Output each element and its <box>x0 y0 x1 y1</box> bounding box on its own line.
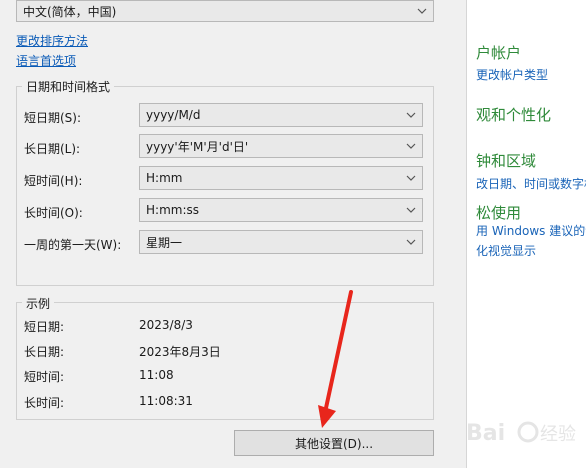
example-long-time-label: 长时间: <box>24 396 65 410</box>
change-account-type-link[interactable]: 更改帐户类型 <box>476 66 548 83</box>
short-date-dropdown[interactable]: yyyy/M/d <box>139 103 423 127</box>
language-preferences-link[interactable]: 语言首选项 <box>16 52 76 69</box>
example-long-time-value: 11:08:31 <box>139 394 193 408</box>
ease-of-access-heading[interactable]: 松使用 <box>476 202 521 223</box>
example-group-title: 示例 <box>22 295 55 312</box>
chevron-down-icon <box>400 112 422 118</box>
short-time-value: H:mm <box>146 171 183 185</box>
svg-text:Bai: Bai <box>466 421 505 446</box>
long-time-label: 长时间(O): <box>24 206 83 220</box>
change-date-time-link[interactable]: 改日期、时间或数字格 <box>476 175 586 192</box>
example-long-date-label: 长日期: <box>24 345 65 359</box>
long-date-label: 长日期(L): <box>24 142 81 156</box>
appearance-personalization-heading[interactable]: 观和个性化 <box>476 104 551 125</box>
long-time-dropdown[interactable]: H:mm:ss <box>139 198 423 222</box>
region-settings-dialog: 中文(简体，中国) 更改排序方法 语言首选项 日期和时间格式 短日期(S): y… <box>0 0 467 468</box>
baidu-watermark-logo: Bai 经验 <box>466 421 576 446</box>
short-date-label: 短日期(S): <box>24 111 82 125</box>
first-day-of-week-value: 星期一 <box>146 235 183 250</box>
short-time-dropdown[interactable]: H:mm <box>139 166 423 190</box>
svg-text:经验: 经验 <box>540 424 576 445</box>
windows-recommended-settings-link[interactable]: 用 Windows 建议的设 <box>476 222 586 239</box>
chevron-down-icon <box>411 8 433 14</box>
first-day-of-week-label: 一周的第一天(W): <box>24 238 122 252</box>
user-accounts-heading[interactable]: 户帐户 <box>476 42 521 63</box>
chevron-down-icon <box>400 175 422 181</box>
datetime-group-title: 日期和时间格式 <box>22 78 115 95</box>
chevron-down-icon <box>400 239 422 245</box>
chevron-down-icon <box>400 143 422 149</box>
first-day-of-week-dropdown[interactable]: 星期一 <box>139 230 423 254</box>
long-time-value: H:mm:ss <box>146 203 199 217</box>
long-date-dropdown[interactable]: yyyy'年'M'月'd'日' <box>139 134 423 158</box>
language-format-dropdown[interactable]: 中文(简体，中国) <box>16 0 434 22</box>
chevron-down-icon <box>400 207 422 213</box>
clock-and-region-heading[interactable]: 钟和区域 <box>476 150 536 171</box>
other-settings-button[interactable]: 其他设置(D)... <box>234 430 434 456</box>
short-date-value: yyyy/M/d <box>146 108 201 122</box>
example-short-date-label: 短日期: <box>24 320 65 334</box>
short-time-label: 短时间(H): <box>24 174 83 188</box>
example-long-date-value: 2023年8月3日 <box>139 345 221 359</box>
example-short-date-value: 2023/8/3 <box>139 318 193 332</box>
example-short-time-label: 短时间: <box>24 370 65 384</box>
change-sort-link[interactable]: 更改排序方法 <box>16 32 88 49</box>
optimize-visual-display-link[interactable]: 化视觉显示 <box>476 242 536 259</box>
language-format-value: 中文(简体，中国) <box>23 4 117 19</box>
example-short-time-value: 11:08 <box>139 368 174 382</box>
example-group <box>16 302 434 420</box>
long-date-value: yyyy'年'M'月'd'日' <box>146 139 249 154</box>
